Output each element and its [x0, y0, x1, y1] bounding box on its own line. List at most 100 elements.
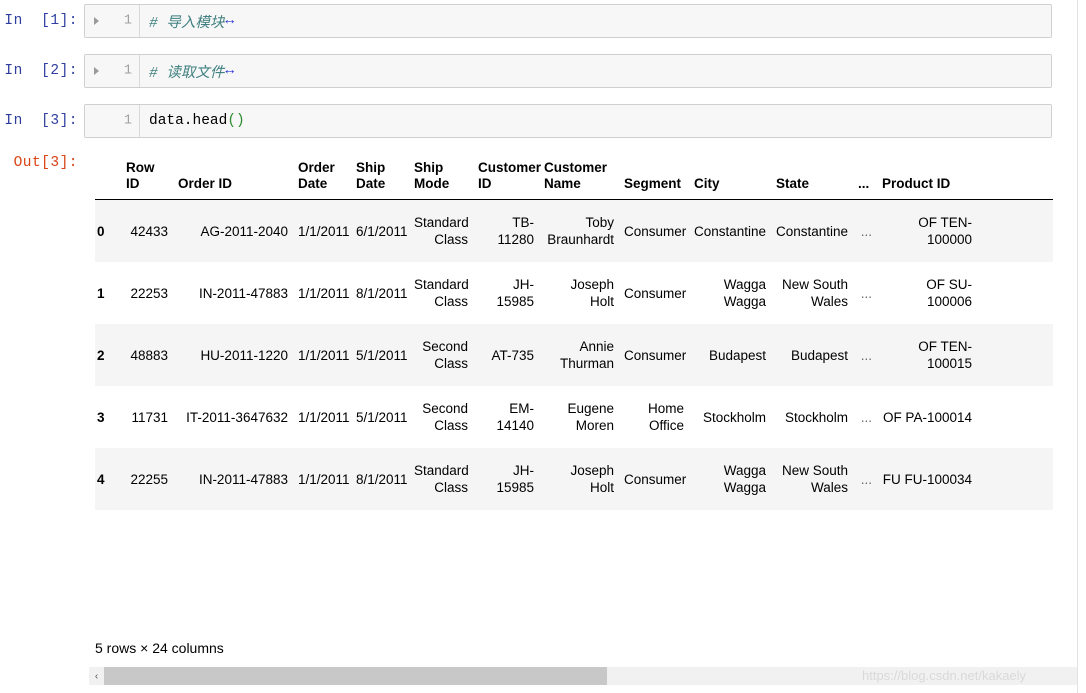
cell-ship-mode: Standard Class [414, 463, 469, 495]
cell-pad [977, 324, 1053, 386]
horizontal-scrollbar[interactable]: ‹ › [89, 667, 1086, 685]
cell-product-id: OF PA-100014 [882, 409, 972, 425]
table-row: 3 11731 IT-2011-3647632 1/1/2011 5/1/201… [95, 386, 1053, 448]
cell-customer-name: Toby Braunhardt [547, 215, 614, 247]
col-header-index [95, 160, 121, 200]
cell-row-id: 48883 [130, 347, 168, 363]
cell-state: Budapest [790, 347, 848, 363]
cell-ellipsis: ... [860, 285, 872, 301]
notebook-cell-3[interactable]: In [3]: 1 data.head() [0, 104, 1086, 138]
cell-segment: Consumer [624, 285, 687, 301]
cell-pad [977, 262, 1053, 324]
code-gutter-3: 1 [85, 105, 140, 137]
in-prompt-3: In [3]: [4, 113, 78, 129]
cell-city: Constantine [694, 223, 767, 239]
cell-customer-name: Joseph Holt [570, 463, 614, 495]
cell-row-id: 22253 [130, 285, 168, 301]
cell-order-id: IN-2011-47883 [198, 285, 288, 301]
code-input-2[interactable]: 1 # 读取文件 ↔ [84, 54, 1052, 88]
cell-order-id: AG-2011-2040 [200, 223, 288, 239]
cell-order-id: HU-2011-1220 [200, 347, 288, 363]
code-text-3[interactable]: data.head() [140, 105, 1051, 137]
cell-order-id: IN-2011-47883 [198, 471, 288, 487]
out-prompt-3: Out[3]: [13, 155, 78, 171]
cell-segment: Home Office [647, 401, 684, 433]
dataframe-table: Row ID Order ID Order Date Ship Date Shi… [95, 160, 1053, 510]
cell-product-id: OF TEN-100015 [918, 339, 972, 371]
cell-index: 3 [97, 409, 105, 425]
code-expression: data.head [149, 113, 228, 129]
cell-ellipsis: ... [860, 223, 872, 239]
fold-triangle-icon[interactable] [94, 67, 99, 75]
code-comment-2: # 读取文件 [149, 65, 225, 82]
col-header-ship-mode: Ship Mode [409, 160, 473, 200]
cell-ship-mode: Standard Class [414, 215, 469, 247]
in-prompt-2: In [2]: [4, 63, 78, 79]
line-wrap-arrow-icon-2: ↔ [225, 63, 235, 79]
notebook-cell-1[interactable]: In [1]: 1 # 导入模块 ↔ [0, 4, 1086, 38]
line-number-2: 1 [123, 63, 132, 79]
cell-order-id: IT-2011-3647632 [186, 409, 288, 425]
code-input-1[interactable]: 1 # 导入模块 ↔ [84, 4, 1052, 38]
cell-ellipsis: ... [860, 347, 872, 363]
cell-state: New South Wales [781, 463, 848, 495]
col-header-customer-id: Customer ID [473, 160, 541, 200]
cell-order-date: 1/1/2011 [298, 347, 350, 363]
table-row: 0 42433 AG-2011-2040 1/1/2011 6/1/2011 S… [95, 199, 1053, 262]
cell-index: 0 [97, 223, 105, 239]
code-input-3[interactable]: 1 data.head() [84, 104, 1052, 138]
cell-ship-mode: Second Class [422, 401, 468, 433]
table-row: 2 48883 HU-2011-1220 1/1/2011 5/1/2011 S… [95, 324, 1053, 386]
col-header-ship-date: Ship Date [351, 160, 409, 200]
cell-ship-date: 8/1/2011 [356, 471, 408, 487]
code-text-1[interactable]: # 导入模块 ↔ [140, 5, 1051, 37]
cell-pad [977, 386, 1053, 448]
cell-index: 4 [97, 471, 105, 487]
cell-ship-mode: Standard Class [414, 277, 469, 309]
cell-city: Budapest [708, 347, 766, 363]
cell-customer-id: EM-14140 [496, 401, 534, 433]
notebook-cell-2[interactable]: In [2]: 1 # 读取文件 ↔ [0, 54, 1086, 88]
line-number-3: 1 [123, 113, 132, 129]
cell-customer-id: JH-15985 [496, 277, 534, 309]
fold-triangle-icon[interactable] [94, 17, 99, 25]
col-header-state: State [771, 160, 853, 200]
cell-index: 2 [97, 347, 105, 363]
col-header-product-id: Product ID [877, 160, 977, 200]
table-row: 4 22255 IN-2011-47883 1/1/2011 8/1/2011 … [95, 448, 1053, 510]
cell-customer-id: TB-11280 [497, 215, 534, 247]
cell-row-id: 42433 [130, 223, 168, 239]
col-header-order-date: Order Date [293, 160, 351, 200]
scrollbar-track[interactable] [104, 667, 1071, 685]
code-gutter-2: 1 [85, 55, 140, 87]
col-header-order-id: Order ID [173, 160, 293, 200]
cell-ship-date: 5/1/2011 [356, 347, 408, 363]
cell-ship-mode: Second Class [422, 339, 468, 371]
col-header-city: City [689, 160, 771, 200]
table-header: Row ID Order ID Order Date Ship Date Shi… [95, 160, 1053, 200]
code-text-2[interactable]: # 读取文件 ↔ [140, 55, 1051, 87]
scrollbar-thumb[interactable] [104, 667, 607, 685]
cell-ship-date: 8/1/2011 [356, 285, 408, 301]
col-header-segment: Segment [619, 160, 689, 200]
in-prompt-1: In [1]: [4, 13, 78, 29]
cell-product-id: OF SU-100006 [926, 277, 972, 309]
cell-city: Stockholm [702, 409, 766, 425]
col-header-pad [977, 160, 1053, 200]
code-gutter-1: 1 [85, 5, 140, 37]
vertical-scrollbar-edge[interactable] [1077, 0, 1086, 693]
cell-segment: Consumer [624, 471, 687, 487]
cell-state: New South Wales [781, 277, 848, 309]
table-header-row: Row ID Order ID Order Date Ship Date Shi… [95, 160, 1053, 200]
scroll-left-arrow-icon[interactable]: ‹ [89, 667, 104, 685]
cell-product-id: FU FU-100034 [882, 471, 972, 487]
line-wrap-arrow-icon-1: ↔ [225, 13, 235, 29]
dataframe-output[interactable]: Row ID Order ID Order Date Ship Date Shi… [95, 160, 1053, 630]
cell-segment: Consumer [624, 347, 687, 363]
code-parentheses: () [227, 113, 245, 129]
cell-city: Wagga Wagga [723, 277, 766, 309]
cell-index: 1 [97, 285, 105, 301]
table-row: 1 22253 IN-2011-47883 1/1/2011 8/1/2011 … [95, 262, 1053, 324]
cell-customer-name: Eugene Moren [567, 401, 614, 433]
cell-order-date: 1/1/2011 [298, 409, 350, 425]
